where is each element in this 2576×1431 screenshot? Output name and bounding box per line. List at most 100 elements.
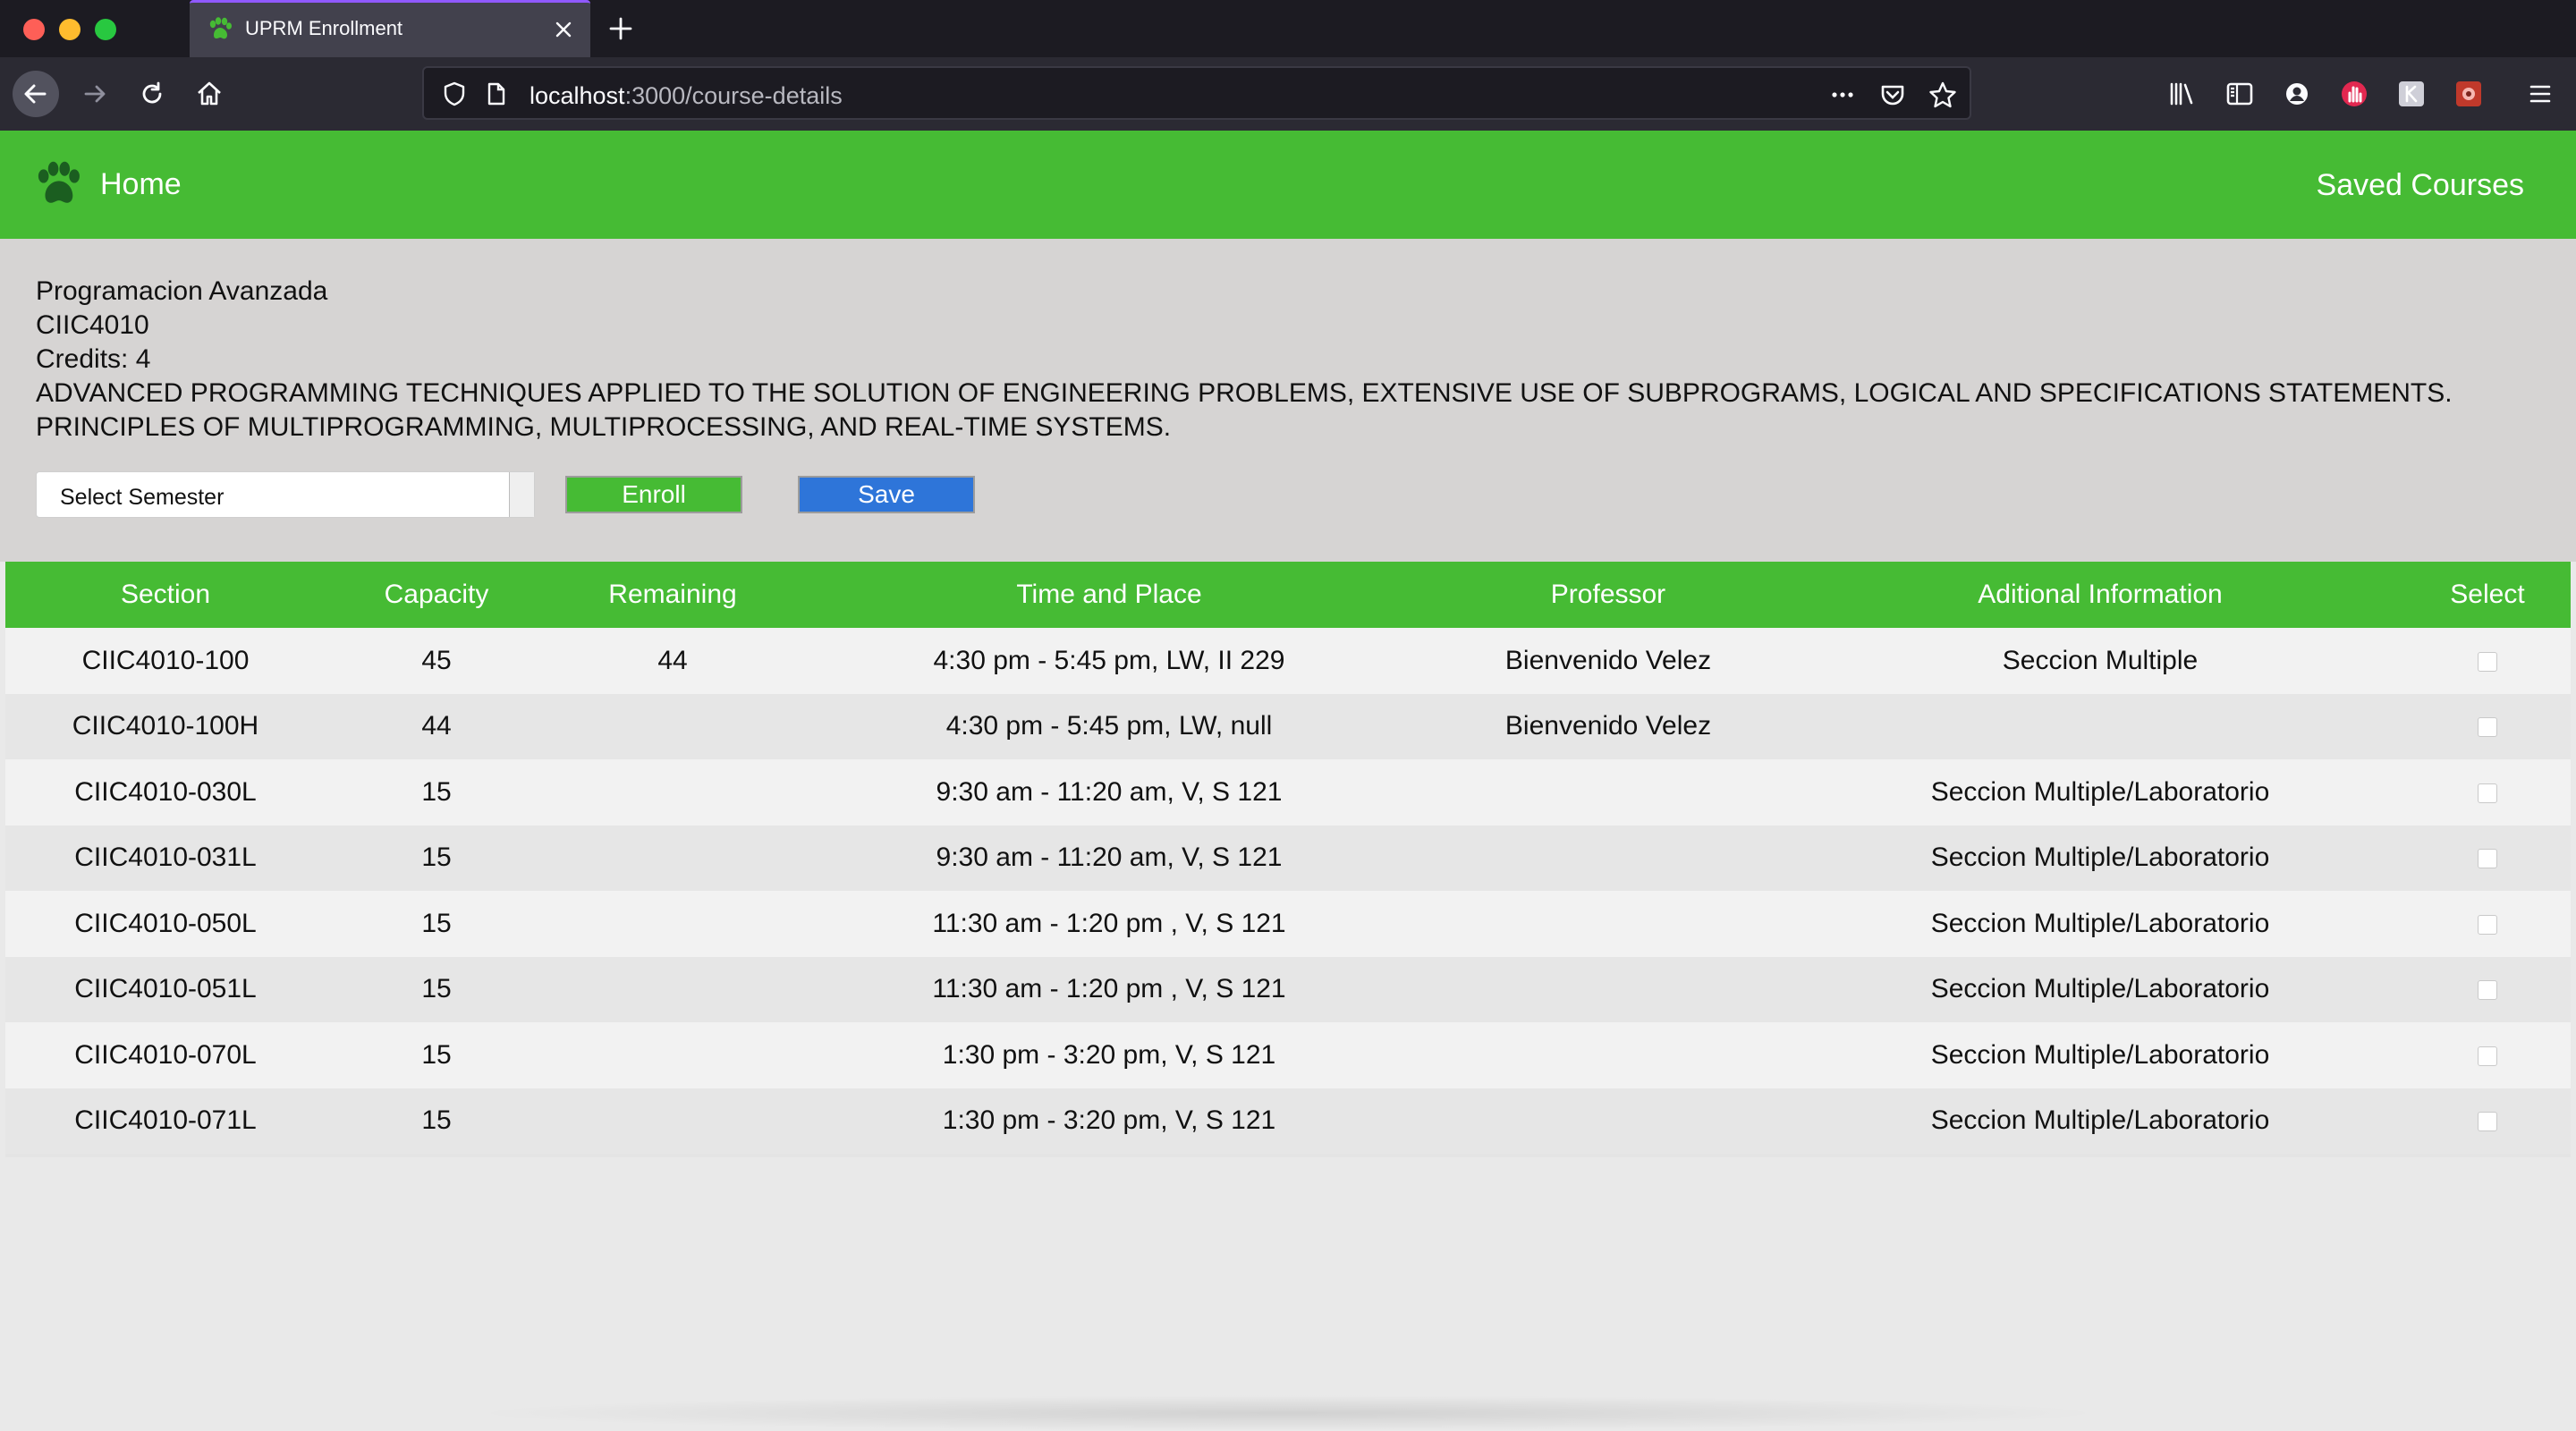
cell-time-and-place: 11:30 am - 1:20 pm , V, S 121 <box>932 974 1286 1004</box>
course-credits: Credits: 4 <box>36 344 151 374</box>
cell-select <box>2404 628 2571 694</box>
cell-select <box>2404 759 2571 826</box>
url-host: localhost <box>530 82 625 109</box>
select-checkbox[interactable] <box>2478 783 2497 803</box>
cell-time-and-place: 9:30 am - 11:20 am, V, S 121 <box>936 776 1283 807</box>
paw-icon <box>209 17 232 39</box>
cell-section: CIIC4010-050L <box>74 908 257 938</box>
sidebar-icon[interactable] <box>2224 78 2256 110</box>
cell-capacity: 15 <box>421 1039 452 1070</box>
cell-time-and-place: 4:30 pm - 5:45 pm, LW, null <box>945 711 1273 741</box>
table-row: CIIC4010-100 45 44 4:30 pm - 5:45 pm, LW… <box>5 628 2571 694</box>
header-capacity: Capacity <box>384 580 489 609</box>
forward-icon[interactable] <box>79 78 111 110</box>
cell-time-and-place: 9:30 am - 11:20 am, V, S 121 <box>936 843 1283 873</box>
browser-toolbar: localhost:3000/course-details <box>0 57 2576 131</box>
menu-icon[interactable] <box>2524 78 2556 110</box>
cell-capacity: 15 <box>421 1105 452 1136</box>
back-button[interactable] <box>13 71 59 117</box>
cell-section: CIIC4010-100H <box>72 711 259 741</box>
home-link[interactable]: Home <box>32 157 182 211</box>
select-checkbox[interactable] <box>2478 651 2497 672</box>
cell-remaining <box>547 957 798 1023</box>
cell-time-and-place: 1:30 pm - 3:20 pm, V, S 121 <box>942 1105 1276 1136</box>
cell-additional-information: Seccion Multiple/Laboratorio <box>1930 1039 2270 1070</box>
table-row: CIIC4010-051L 15 11:30 am - 1:20 pm , V,… <box>5 956 2571 1023</box>
decorative-shadow <box>465 1395 2111 1431</box>
more-actions-icon[interactable] <box>1826 79 1859 111</box>
address-bar[interactable]: localhost:3000/course-details <box>422 66 1971 120</box>
cell-section: CIIC4010-071L <box>74 1105 257 1136</box>
cell-additional-information: Seccion Multiple/Laboratorio <box>1930 908 2270 938</box>
cell-time-and-place: 4:30 pm - 5:45 pm, LW, II 229 <box>933 645 1285 675</box>
cell-professor: Bienvenido Velez <box>1504 711 1712 741</box>
browser-titlebar: UPRM Enrollment <box>0 0 2576 57</box>
course-info: Programacion Avanzada CIIC4010 Credits: … <box>36 275 2540 445</box>
reload-icon[interactable] <box>136 78 168 110</box>
semester-select[interactable]: Select Semester <box>36 471 535 518</box>
bookmark-star-icon[interactable] <box>1927 79 1959 111</box>
select-checkbox[interactable] <box>2478 1046 2497 1066</box>
window-close-button[interactable] <box>23 19 45 40</box>
window-zoom-button[interactable] <box>95 19 116 40</box>
extension-hand-icon[interactable] <box>2338 78 2370 110</box>
cell-additional-information: Seccion Multiple/Laboratorio <box>1930 843 2270 873</box>
cell-remaining <box>547 891 798 957</box>
cell-professor <box>1420 1022 1796 1088</box>
header-time-and-place: Time and Place <box>1016 580 1202 609</box>
cell-time-and-place: 1:30 pm - 3:20 pm, V, S 121 <box>942 1039 1276 1070</box>
cell-capacity: 15 <box>421 776 452 807</box>
cell-capacity: 15 <box>421 843 452 873</box>
page-icon <box>487 82 505 106</box>
cell-remaining <box>547 1022 798 1088</box>
home-icon[interactable] <box>193 78 225 110</box>
account-icon[interactable] <box>2281 78 2313 110</box>
select-handle[interactable] <box>509 472 534 517</box>
url-path: :3000/course-details <box>624 82 843 109</box>
header-remaining: Remaining <box>608 580 737 609</box>
cell-remaining <box>547 694 798 760</box>
select-checkbox[interactable] <box>2478 717 2497 738</box>
pocket-icon[interactable] <box>1877 79 1909 111</box>
cell-select <box>2404 891 2571 957</box>
browser-tab[interactable]: UPRM Enrollment <box>190 0 590 57</box>
new-tab-icon[interactable] <box>605 13 637 45</box>
extension-red-icon[interactable] <box>2453 78 2485 110</box>
library-icon[interactable] <box>2166 78 2199 110</box>
cell-additional-information: Seccion Multiple/Laboratorio <box>1930 974 2270 1004</box>
cell-select <box>2404 1022 2571 1088</box>
tab-title: UPRM Enrollment <box>245 17 403 39</box>
select-checkbox[interactable] <box>2478 849 2497 869</box>
sections-table-container: Section Capacity Remaining Time and Plac… <box>5 562 2571 1157</box>
close-icon[interactable] <box>549 15 578 44</box>
cell-remaining <box>547 1088 798 1155</box>
cell-section: CIIC4010-030L <box>74 776 257 807</box>
select-checkbox[interactable] <box>2478 980 2497 1001</box>
paw-icon <box>38 161 80 203</box>
header-select: Select <box>2450 580 2525 609</box>
cell-professor <box>1420 1088 1796 1155</box>
shield-icon[interactable] <box>440 80 469 108</box>
back-arrow-icon <box>24 84 47 104</box>
cell-remaining <box>547 826 798 892</box>
table-row: CIIC4010-070L 15 1:30 pm - 3:20 pm, V, S… <box>5 1022 2571 1088</box>
window-minimize-button[interactable] <box>59 19 80 40</box>
sections-table: Section Capacity Remaining Time and Plac… <box>5 562 2571 1154</box>
enroll-button[interactable]: Enroll <box>565 476 742 513</box>
select-checkbox[interactable] <box>2478 914 2497 935</box>
cell-select <box>2404 957 2571 1023</box>
table-header-row: Section Capacity Remaining Time and Plac… <box>5 562 2571 628</box>
cell-additional-information: Seccion Multiple <box>2002 645 2199 675</box>
extension-gray-icon[interactable] <box>2395 78 2428 110</box>
course-code: CIIC4010 <box>36 310 149 340</box>
table-row: CIIC4010-100H 44 4:30 pm - 5:45 pm, LW, … <box>5 693 2571 760</box>
header-additional-information: Aditional Information <box>1978 580 2223 609</box>
select-checkbox[interactable] <box>2478 1112 2497 1132</box>
save-button[interactable]: Save <box>798 476 975 513</box>
cell-select <box>2404 826 2571 892</box>
cell-section: CIIC4010-051L <box>74 974 257 1004</box>
cell-remaining <box>547 759 798 826</box>
cell-select <box>2404 1088 2571 1155</box>
saved-courses-link[interactable]: Saved Courses <box>2317 168 2524 203</box>
cell-professor <box>1420 759 1796 826</box>
